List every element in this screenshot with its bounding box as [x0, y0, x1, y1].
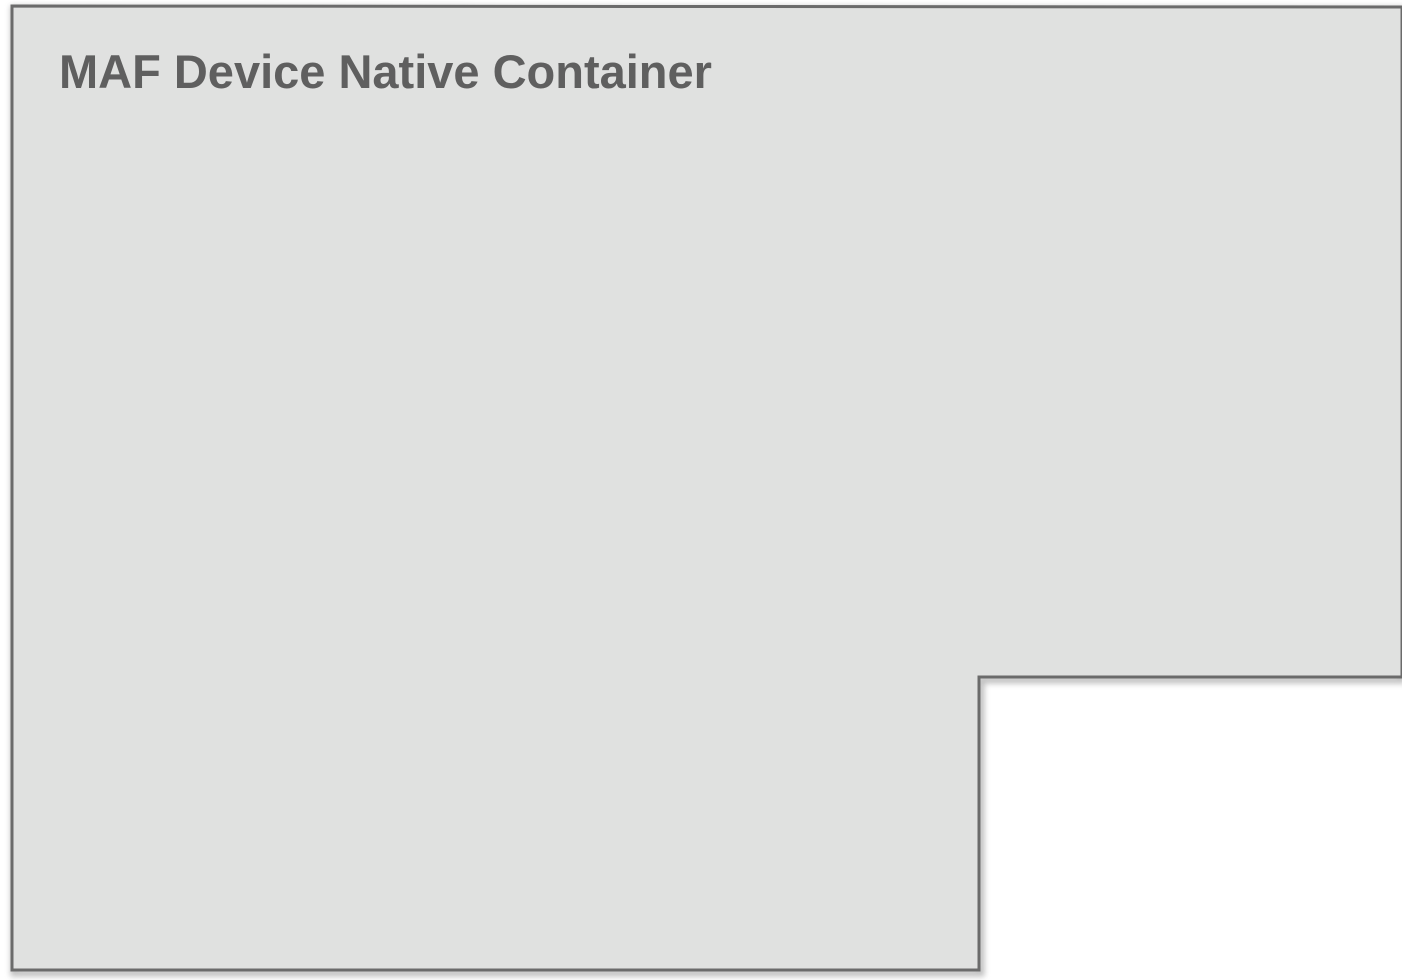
- native-container-shape: [10, 4, 1402, 977]
- diagram-canvas: MAF Device Native Container: [0, 0, 1402, 980]
- container-title: MAF Device Native Container: [59, 45, 712, 98]
- container-body: [10, 4, 1402, 972]
